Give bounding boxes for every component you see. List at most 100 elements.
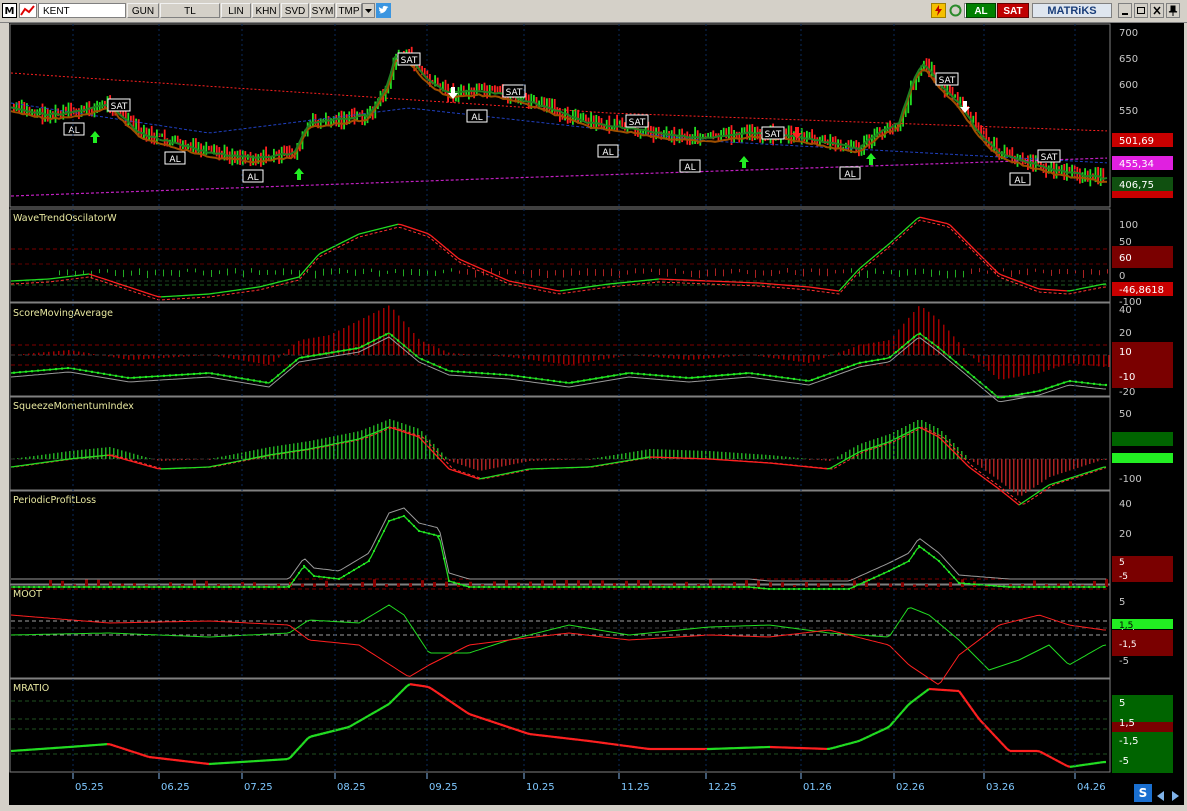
sma-dot (564, 381, 568, 384)
price-candle (249, 151, 252, 167)
histogram-bar (449, 459, 451, 461)
ppl-bar (301, 583, 304, 587)
indicator-segment (1084, 471, 1089, 474)
histogram-bar (513, 459, 515, 465)
indicator-segment (268, 283, 273, 286)
sma-dot (186, 373, 190, 376)
histogram-bar (1085, 459, 1087, 466)
wt-bar (355, 269, 356, 276)
ppl-bar (793, 584, 796, 587)
histogram-bar (873, 342, 875, 355)
indicator-segment (613, 461, 618, 464)
sym-button[interactable]: SYM (310, 3, 335, 18)
indicator-segment (484, 476, 489, 479)
histogram-bar (909, 424, 911, 459)
twitter-icon[interactable] (376, 3, 391, 18)
histogram-bar (21, 457, 23, 459)
histogram-bar (313, 337, 315, 355)
scroll-right-icon[interactable] (1169, 787, 1181, 801)
histogram-bar (921, 420, 923, 459)
sma-dot (66, 366, 70, 370)
ppl-dot (337, 577, 341, 581)
indicator-segment (505, 725, 510, 729)
scale-lin-button[interactable]: LIN (221, 3, 251, 18)
ppl-bar (685, 581, 688, 587)
close-icon[interactable] (1150, 3, 1164, 18)
indicator-segment (628, 459, 633, 461)
histogram-bar (29, 456, 31, 459)
histogram-bar (38, 352, 40, 355)
ppl-bar (781, 582, 784, 587)
histogram-bar (503, 355, 505, 357)
indicator-segment (643, 456, 648, 459)
sync-icon[interactable]: S (1134, 784, 1152, 802)
buy-button[interactable]: AL (966, 3, 996, 18)
histogram-bar (278, 355, 280, 358)
histogram-bar (138, 355, 140, 360)
ppl-dot (42, 585, 46, 589)
sma-dot (486, 372, 490, 375)
price-candle (260, 152, 262, 167)
indicator-segment (874, 731, 879, 735)
histogram-bar (348, 325, 350, 355)
price-candle (288, 145, 291, 158)
pin-icon[interactable] (1166, 3, 1180, 18)
ppl-dot (1002, 585, 1006, 588)
sma-dot (444, 368, 448, 371)
sell-button[interactable]: SAT (997, 3, 1029, 18)
minimize-icon[interactable] (1118, 3, 1132, 18)
histogram-bar (438, 348, 440, 355)
histogram-bar (103, 355, 105, 356)
scroll-left-icon[interactable] (1155, 787, 1167, 801)
chart-type-icon[interactable] (19, 3, 37, 18)
histogram-bar (149, 458, 151, 459)
histogram-bar (61, 452, 63, 459)
histogram-bar (997, 459, 999, 480)
period-tl-button[interactable]: TL (160, 3, 220, 18)
wt-bar (443, 269, 444, 274)
khn-button[interactable]: KHN (252, 3, 280, 18)
histogram-bar (405, 424, 407, 459)
symbol-field[interactable]: KENT (38, 3, 126, 18)
histogram-bar (1025, 459, 1027, 493)
date-label: 10.25 (526, 782, 555, 793)
sma-dot (642, 373, 646, 376)
chart-area[interactable]: AL AL AL AL AL AL AL AL SAT SAT SAT SAT SAT SAT SAT Wa… (9, 23, 1184, 805)
price-candle (488, 84, 491, 96)
lightning-icon[interactable] (931, 3, 946, 18)
ppl-dot (902, 562, 906, 565)
histogram-bar (853, 347, 855, 355)
indicator-segment (364, 715, 369, 719)
wt-bar (1011, 270, 1012, 277)
indicator-segment (319, 732, 324, 736)
sma-dot (396, 339, 400, 342)
sma-dot (1002, 395, 1006, 399)
indicator-segment (493, 474, 498, 477)
maximize-icon[interactable] (1134, 3, 1148, 18)
app-logo-icon[interactable]: M (2, 3, 17, 18)
histogram-bar (623, 355, 625, 356)
refresh-icon[interactable] (948, 3, 963, 18)
histogram-bar (183, 355, 185, 357)
histogram-bar (549, 459, 551, 461)
ppl-dot (537, 585, 541, 589)
ppl-dot (27, 585, 31, 589)
dropdown-arrow-icon[interactable] (362, 3, 375, 18)
ppl-dot (252, 585, 256, 589)
histogram-bar (1038, 355, 1040, 374)
histogram-bar (188, 355, 190, 357)
indicator-segment (544, 287, 549, 290)
wt-bar (723, 269, 724, 277)
wt-bar (379, 270, 380, 277)
period-gun-button[interactable]: GUN (127, 3, 159, 18)
svd-button[interactable]: SVD (281, 3, 309, 18)
tmp-button[interactable]: TMP (336, 3, 362, 18)
indicator-segment (928, 218, 933, 221)
histogram-bar (957, 447, 959, 459)
ppl-dot (667, 585, 671, 589)
indicator-segment (841, 743, 846, 747)
indicator-segment (478, 477, 483, 480)
histogram-bar (823, 355, 825, 358)
ppl-dot (587, 585, 591, 589)
wt-bar (235, 268, 236, 274)
